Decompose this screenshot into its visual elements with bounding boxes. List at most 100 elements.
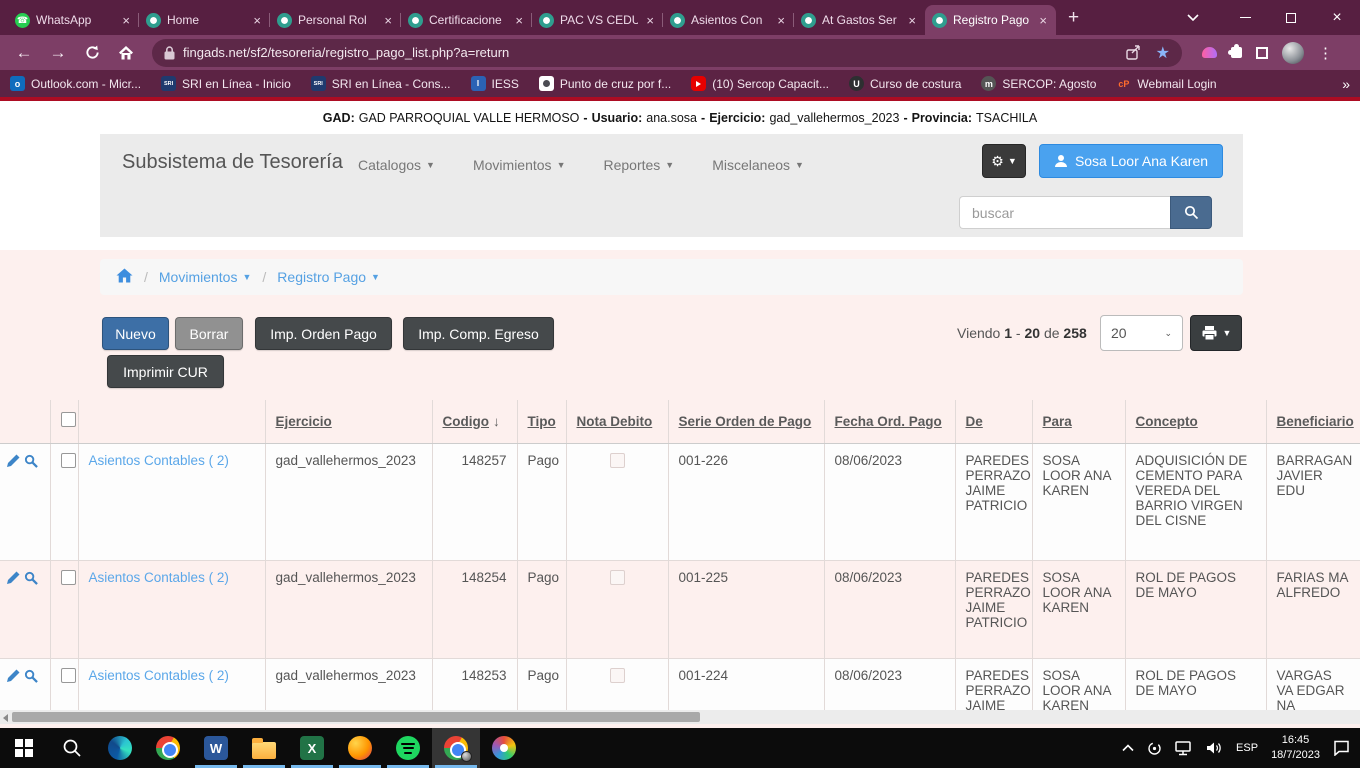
profile-avatar[interactable] [1282, 42, 1304, 64]
menu-movimientos[interactable]: Movimientos▼ [473, 157, 566, 173]
reload-button[interactable] [78, 39, 106, 67]
bookmark-iess[interactable]: IIESS [471, 76, 519, 91]
tab-close-icon[interactable]: × [644, 13, 656, 28]
asientos-contables-link[interactable]: Asientos Contables ( 2) [89, 453, 229, 468]
tab-close-icon[interactable]: × [775, 13, 787, 28]
new-tab-button[interactable]: + [1068, 7, 1079, 29]
bookmark-sri-consultas[interactable]: SRISRI en Línea - Cons... [311, 76, 451, 91]
nuevo-button[interactable]: Nuevo [102, 317, 169, 350]
extension-icon[interactable] [1202, 47, 1217, 58]
header-ejercicio[interactable]: Ejercicio [265, 400, 432, 443]
bookmark-sri-inicio[interactable]: SRISRI en Línea - Inicio [161, 76, 291, 91]
share-icon[interactable] [1126, 45, 1142, 60]
close-button[interactable]: × [1314, 0, 1360, 35]
header-concepto[interactable]: Concepto [1125, 400, 1266, 443]
asientos-contables-link[interactable]: Asientos Contables ( 2) [89, 668, 229, 683]
search-input[interactable] [959, 196, 1170, 229]
tab-close-icon[interactable]: × [251, 13, 263, 28]
menu-miscelaneos[interactable]: Miscelaneos▼ [712, 157, 804, 173]
language-indicator[interactable]: ESP [1236, 742, 1258, 754]
header-codigo[interactable]: Codigo↓ [432, 400, 517, 443]
address-bar[interactable]: fingads.net/sf2/tesoreria/registro_pago_… [152, 39, 1182, 67]
taskbar-edge[interactable] [96, 728, 144, 768]
taskbar-clock[interactable]: 16:45 18/7/2023 [1271, 733, 1320, 763]
taskbar-paint[interactable] [480, 728, 528, 768]
tab-close-icon[interactable]: × [120, 13, 132, 28]
tab-search-icon[interactable] [1170, 0, 1216, 35]
imp-comp-egreso-button[interactable]: Imp. Comp. Egreso [403, 317, 554, 350]
action-center-icon[interactable] [1333, 740, 1350, 756]
imp-orden-pago-button[interactable]: Imp. Orden Pago [255, 317, 392, 350]
start-button[interactable] [0, 728, 48, 768]
lock-icon[interactable] [164, 46, 175, 60]
bookmark-sercop-youtube[interactable]: (10) Sercop Capacit... [691, 76, 829, 91]
forward-button[interactable]: → [44, 39, 72, 67]
user-button[interactable]: Sosa Loor Ana Karen [1039, 144, 1223, 178]
extensions-puzzle-icon[interactable] [1231, 47, 1242, 58]
tab-close-icon[interactable]: × [1037, 13, 1049, 28]
scroll-left-icon[interactable] [3, 714, 8, 722]
browser-menu-icon[interactable]: ⋮ [1318, 44, 1334, 62]
tab-close-icon[interactable]: × [906, 13, 918, 28]
menu-catalogos[interactable]: Catalogos▼ [358, 157, 435, 173]
taskbar-chrome[interactable] [144, 728, 192, 768]
taskbar-file-explorer[interactable] [240, 728, 288, 768]
breadcrumb-registro-pago[interactable]: Registro Pago▼ [277, 269, 380, 285]
row-checkbox[interactable] [61, 453, 76, 468]
bookmark-star-icon[interactable]: ★ [1156, 43, 1170, 63]
header-de[interactable]: De [955, 400, 1032, 443]
taskbar-chrome-active[interactable] [432, 728, 480, 768]
asientos-contables-link[interactable]: Asientos Contables ( 2) [89, 570, 229, 585]
tab-asientos-contables[interactable]: Asientos Con × [663, 5, 794, 35]
taskbar-spotify[interactable] [384, 728, 432, 768]
row-checkbox[interactable] [61, 668, 76, 683]
bookmark-sercop-agosto[interactable]: mSERCOP: Agosto [981, 76, 1096, 91]
select-all-checkbox[interactable] [61, 412, 76, 427]
bookmark-punto-de-cruz[interactable]: Punto de cruz por f... [539, 76, 671, 91]
tab-close-icon[interactable]: × [382, 13, 394, 28]
tray-app-icon[interactable] [1147, 741, 1162, 756]
tab-close-icon[interactable]: × [513, 13, 525, 28]
bookmark-outlook[interactable]: oOutlook.com - Micr... [10, 76, 141, 91]
settings-button[interactable]: ⚙▼ [982, 144, 1026, 178]
taskbar-search[interactable] [48, 728, 96, 768]
header-para[interactable]: Para [1032, 400, 1125, 443]
taskbar-excel[interactable]: X [288, 728, 336, 768]
edit-icon[interactable] [6, 454, 20, 468]
edit-icon[interactable] [6, 669, 20, 683]
taskbar-word[interactable]: W [192, 728, 240, 768]
search-button[interactable] [1170, 196, 1212, 229]
home-button[interactable] [112, 39, 140, 67]
header-fecha-orden[interactable]: Fecha Ord. Pago [824, 400, 955, 443]
url-text[interactable]: fingads.net/sf2/tesoreria/registro_pago_… [183, 45, 1126, 60]
breadcrumb-movimientos[interactable]: Movimientos▼ [159, 269, 252, 285]
taskbar-firefox[interactable] [336, 728, 384, 768]
bookmark-curso-costura[interactable]: UCurso de costura [849, 76, 961, 91]
imprimir-cur-button[interactable]: Imprimir CUR [107, 355, 224, 388]
tab-home[interactable]: Home × [139, 5, 270, 35]
view-icon[interactable] [24, 571, 38, 585]
restore-button[interactable] [1268, 0, 1314, 35]
header-tipo[interactable]: Tipo [517, 400, 566, 443]
edit-icon[interactable] [6, 571, 20, 585]
volume-icon[interactable] [1206, 741, 1223, 755]
header-nota-debito[interactable]: Nota Debito [566, 400, 668, 443]
network-icon[interactable] [1175, 741, 1193, 756]
tab-registro-pago[interactable]: Registro Pago × [925, 5, 1056, 35]
tab-personal-rol[interactable]: Personal Rol × [270, 5, 401, 35]
tab-pac-vs-cedu[interactable]: PAC VS CEDU × [532, 5, 663, 35]
header-beneficiario[interactable]: Beneficiario [1266, 400, 1360, 443]
tab-at-gastos[interactable]: At Gastos Ser × [794, 5, 925, 35]
tray-expand-icon[interactable] [1122, 744, 1134, 752]
header-serie-orden[interactable]: Serie Orden de Pago [668, 400, 824, 443]
back-button[interactable]: ← [10, 39, 38, 67]
horizontal-scrollbar[interactable] [0, 710, 1360, 724]
minimize-button[interactable] [1222, 0, 1268, 35]
view-icon[interactable] [24, 454, 38, 468]
menu-reportes[interactable]: Reportes▼ [603, 157, 674, 173]
tab-whatsapp[interactable]: ☎ WhatsApp × [8, 5, 139, 35]
tab-certificaciones[interactable]: Certificacione × [401, 5, 532, 35]
page-size-select[interactable]: 20 ⌄ [1100, 315, 1183, 351]
row-checkbox[interactable] [61, 570, 76, 585]
scrollbar-thumb[interactable] [12, 712, 700, 722]
